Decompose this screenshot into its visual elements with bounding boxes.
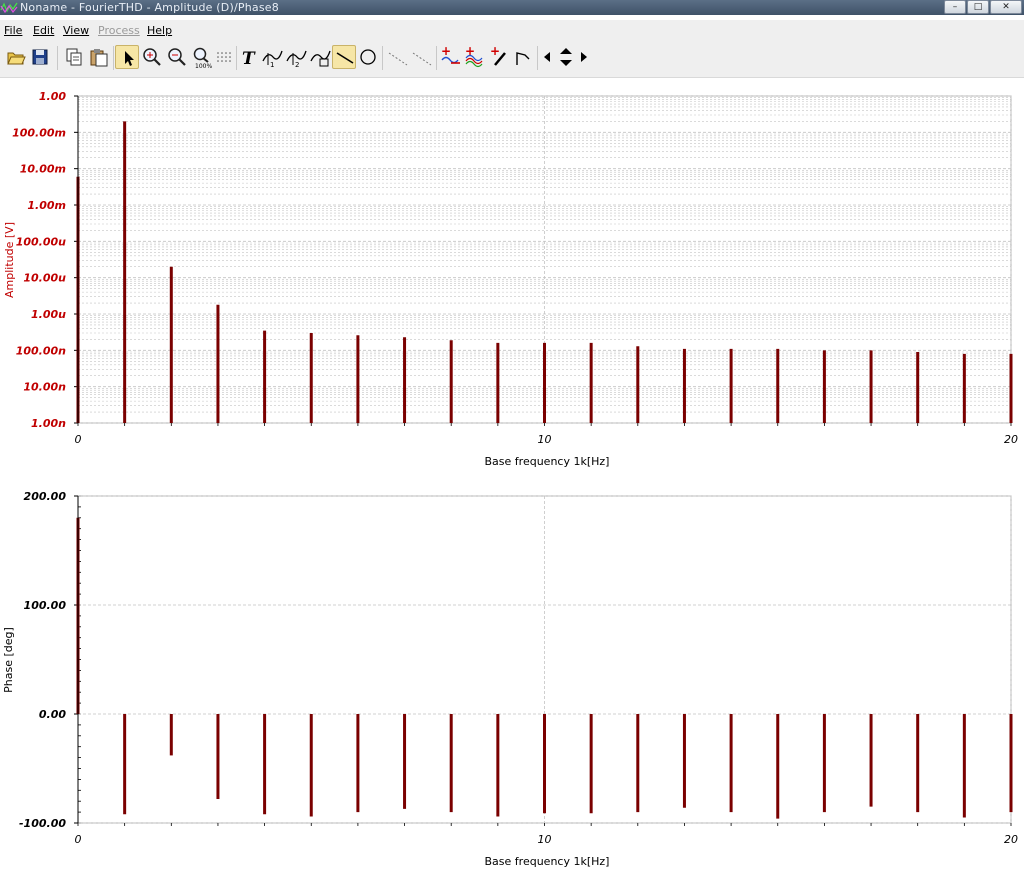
select-pointer-icon[interactable]: [115, 45, 139, 69]
maximize-icon[interactable]: □: [967, 0, 989, 14]
phase-y-ticks: 200.00 100.00 0.00 -100.00: [19, 490, 78, 830]
copy-icon[interactable]: [62, 45, 86, 69]
zoom-out-icon[interactable]: [165, 45, 189, 69]
minimize-icon[interactable]: –: [944, 0, 966, 14]
add-curve-icon[interactable]: +: [439, 45, 463, 69]
dashed-line-2-icon[interactable]: [410, 45, 434, 69]
menu-file[interactable]: File: [4, 24, 22, 37]
menu-help[interactable]: Help: [147, 24, 172, 37]
cursor-curve-2-icon[interactable]: 2: [284, 45, 308, 69]
svg-text:2: 2: [295, 61, 299, 69]
amplitude-x-ticks: 0 10 20: [75, 423, 1018, 446]
line-tool-icon[interactable]: [332, 45, 356, 69]
charts-area: 1.00 100.00m 10.00m 1.00m 100.00u 10.00u 1.00u…: [2, 90, 1018, 868]
amplitude-ylabel: Amplitude [V]: [3, 222, 16, 298]
y-tick-label: 10.00n: [23, 381, 66, 394]
svg-text:1: 1: [270, 61, 274, 69]
arrow-up-down-icon[interactable]: [555, 45, 577, 69]
zoom-100-icon[interactable]: 100%: [189, 45, 213, 69]
y-tick-label: 100.00n: [16, 344, 66, 357]
arrow-left-icon[interactable]: [540, 45, 554, 69]
y-tick-label: -100.00: [19, 817, 66, 830]
add-multi-curve-icon[interactable]: +: [463, 45, 487, 69]
svg-text:+: +: [441, 45, 451, 58]
grid-icon[interactable]: [212, 45, 236, 69]
y-tick-label: 200.00: [24, 490, 67, 503]
svg-text:100%: 100%: [195, 63, 212, 69]
x-tick-label: 20: [1004, 433, 1018, 446]
y-tick-label: 1.00: [39, 90, 66, 103]
save-icon[interactable]: [28, 45, 52, 69]
x-tick-label: 20: [1004, 833, 1018, 846]
y-tick-label: 1.00n: [31, 417, 66, 430]
title-bar: Noname - FourierTHD - Amplitude (D)/Phas…: [0, 0, 1024, 15]
x-tick-label: 10: [538, 833, 552, 846]
svg-text:+: +: [490, 45, 500, 58]
phase-chart[interactable]: 200.00 100.00 0.00 -100.00 0 10 20 Phase [deg…: [2, 490, 1018, 868]
cursor-curve-1-icon[interactable]: 1: [260, 45, 284, 69]
y-tick-label: 100.00: [24, 599, 67, 612]
phase-ylabel: Phase [deg]: [2, 627, 15, 693]
close-icon[interactable]: ✕: [990, 0, 1022, 14]
y-tick-label: 10.00m: [20, 163, 66, 176]
amplitude-chart[interactable]: 1.00 100.00m 10.00m 1.00m 100.00u 10.00u 1.00u…: [3, 90, 1018, 468]
menu-process[interactable]: Process: [98, 24, 140, 37]
menu-edit[interactable]: Edit: [33, 24, 54, 37]
y-tick-label: 1.00u: [31, 308, 66, 321]
flag-marker-icon[interactable]: [511, 45, 535, 69]
app-logo-icon: [0, 0, 18, 15]
y-tick-label: 100.00u: [16, 235, 66, 248]
menu-view[interactable]: View: [63, 24, 89, 37]
toolbar: 100% T 1 2 + + +: [0, 40, 1024, 78]
menu-bar: File Edit View Process Help: [0, 20, 1024, 40]
pen-marker-icon[interactable]: +: [487, 45, 511, 69]
arrow-right-icon[interactable]: [577, 45, 591, 69]
phase-xlabel: Base frequency 1k[Hz]: [485, 855, 610, 868]
paste-icon[interactable]: [87, 45, 111, 69]
open-folder-icon[interactable]: [4, 45, 28, 69]
amplitude-y-ticks: 1.00 100.00m 10.00m 1.00m 100.00u 10.00u 1.00u…: [12, 90, 78, 430]
y-tick-label: 1.00m: [27, 199, 66, 212]
amplitude-xlabel: Base frequency 1k[Hz]: [485, 455, 610, 468]
ellipse-tool-icon[interactable]: [356, 45, 380, 69]
cursor-curve-3-icon[interactable]: [308, 45, 332, 69]
x-tick-label: 0: [75, 433, 82, 446]
x-tick-label: 10: [538, 433, 552, 446]
y-tick-label: 0.00: [39, 708, 66, 721]
zoom-in-icon[interactable]: [140, 45, 164, 69]
svg-text:T: T: [242, 49, 256, 69]
window-title: Noname - FourierTHD - Amplitude (D)/Phas…: [20, 1, 279, 14]
text-tool-icon[interactable]: T: [237, 45, 261, 69]
dashed-line-1-icon[interactable]: [386, 45, 410, 69]
y-tick-label: 100.00m: [12, 126, 66, 139]
phase-x-ticks: 0 10 20: [75, 823, 1018, 846]
x-tick-label: 0: [75, 833, 82, 846]
y-tick-label: 10.00u: [23, 272, 66, 285]
